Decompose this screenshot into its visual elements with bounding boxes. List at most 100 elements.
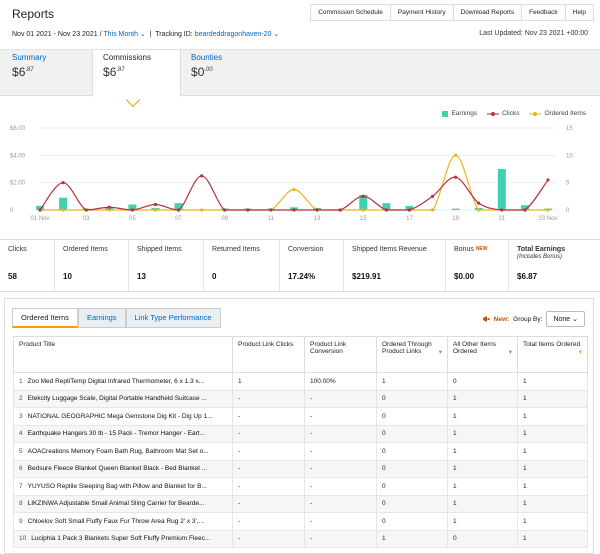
top-bar: Reports Commission Schedule Payment Hist… xyxy=(0,0,600,50)
tab-value: $6.87 xyxy=(12,65,34,79)
payment-history-link[interactable]: Payment History xyxy=(389,4,453,21)
cell-through: 1 xyxy=(376,372,448,391)
chevron-down-icon: ⌄ xyxy=(139,31,146,38)
row-number: 5 xyxy=(19,447,23,455)
product-title[interactable]: NATIONAL GEOGRAPHIC Mega Gemstone Dig Ki… xyxy=(28,413,213,420)
tab-link-type-performance[interactable]: Link Type Performance xyxy=(125,308,221,328)
product-title[interactable]: Earthquake Hangers 30 lb - 15 Pack - Tre… xyxy=(28,430,205,437)
row-number: 1 xyxy=(19,377,23,385)
table-row[interactable]: 9 Chloelov Soft Small Fluffy Faux Fur Thr… xyxy=(13,512,588,531)
cell-clicks: - xyxy=(232,477,305,496)
download-reports-link[interactable]: Download Reports xyxy=(452,4,522,21)
x-tick-label: 05 xyxy=(129,216,136,222)
row-number: 4 xyxy=(19,430,23,438)
date-row: Nov 01 2021 - Nov 23 2021 / This Month ⌄… xyxy=(12,31,280,38)
cell-other: 0 xyxy=(447,372,518,391)
table-row[interactable]: 2 Etekcity Luggage Scale, Digital Portabl… xyxy=(13,389,588,408)
cell-clicks: - xyxy=(232,529,305,548)
ordered-items-point xyxy=(546,208,550,212)
col-other-items[interactable]: All Other Items Ordered ▾ xyxy=(447,336,518,373)
clicks-point xyxy=(269,208,273,212)
cell-total: 1 xyxy=(517,407,588,426)
earnings-chart: $6.00 15 $4.00 10 $2.00 5 0 0 01 Nov 03 05 07 09 11 13… xyxy=(10,126,573,222)
y-right-tick-label: 10 xyxy=(566,153,573,159)
cell-other: 1 xyxy=(447,442,518,461)
tab-commissions[interactable]: Commissions $6.87 xyxy=(92,50,181,97)
cell-other: 1 xyxy=(447,424,518,443)
cell-through: 0 xyxy=(376,459,448,478)
new-badge: NEW xyxy=(475,246,488,252)
range-select[interactable]: This Month ⌄ xyxy=(103,31,145,38)
y-left-tick-label: 0 xyxy=(10,208,14,214)
tab-ordered-items[interactable]: Ordered Items xyxy=(12,308,78,328)
tab-summary[interactable]: Summary $6.87 xyxy=(2,50,92,96)
clicks-point xyxy=(361,194,365,198)
clicks-point xyxy=(38,208,42,212)
cell-through: 0 xyxy=(376,407,448,426)
sort-active-icon: ▾ xyxy=(578,349,582,356)
table-row[interactable]: 8 LIKZINWA Adjustable Small Animal Sling … xyxy=(13,494,588,513)
product-title[interactable]: Bedsure Fleece Blanket Queen Blanket Bla… xyxy=(28,465,208,472)
feedback-link[interactable]: Feedback xyxy=(521,4,565,21)
group-by-select[interactable]: None ⌄ xyxy=(546,311,585,327)
cell-through: 0 xyxy=(376,494,448,513)
cell-title: 6 Bedsure Fleece Blanket Queen Blanket Bl… xyxy=(13,459,233,478)
product-title[interactable]: Luciphia 1 Pack 3 Blankets Super Soft Fl… xyxy=(31,535,210,542)
table-row[interactable]: 3 NATIONAL GEOGRAPHIC Mega Gemstone Dig K… xyxy=(13,407,588,426)
cell-other: 0 xyxy=(447,529,518,548)
commission-schedule-link[interactable]: Commission Schedule xyxy=(310,4,390,21)
col-ordered-through[interactable]: Ordered Through Product Links ▾ xyxy=(376,336,448,373)
col-link-clicks[interactable]: Product Link Clicks xyxy=(232,336,305,373)
table-row[interactable]: 5 AOACreations Memory Foam Bath Rug, Bath… xyxy=(13,442,588,461)
cell-through: 0 xyxy=(376,477,448,496)
col-total-items[interactable]: Total Items Ordered ▾ xyxy=(517,336,588,373)
ordered-items-point xyxy=(361,208,365,212)
product-title[interactable]: AOACreations Memory Foam Bath Rug, Bathr… xyxy=(28,448,209,455)
product-title[interactable]: Etekcity Luggage Scale, Digital Portable… xyxy=(28,395,207,402)
cell-title: 7 YUYUSO Reptile Sleeping Bag with Pillow… xyxy=(13,477,233,496)
clicks-point xyxy=(61,181,65,185)
x-tick-label: 09 xyxy=(221,216,228,222)
cell-other: 1 xyxy=(447,389,518,408)
clicks-point xyxy=(407,208,412,212)
table-row[interactable]: 1 Zoo Med ReptiTemp Digital Infrared Ther… xyxy=(13,372,588,391)
row-number: 7 xyxy=(19,482,23,490)
table-row[interactable]: 6 Bedsure Fleece Blanket Queen Blanket Bl… xyxy=(13,459,588,478)
ordered-items-point xyxy=(153,208,158,212)
row-number: 10 xyxy=(19,535,27,543)
cell-total: 1 xyxy=(517,389,588,408)
new-label: New: xyxy=(493,315,510,323)
tab-earnings[interactable]: Earnings xyxy=(77,308,126,328)
cell-conv: - xyxy=(304,477,377,496)
y-right-tick-label: 5 xyxy=(566,181,570,187)
clicks-point xyxy=(107,205,111,209)
product-title[interactable]: Zoo Med ReptiTemp Digital Infrared Therm… xyxy=(28,378,205,385)
ordered-items-point xyxy=(61,208,65,212)
clicks-point xyxy=(500,208,504,212)
product-title[interactable]: LIKZINWA Adjustable Small Animal Sling C… xyxy=(28,500,205,507)
cell-title: 4 Earthquake Hangers 30 lb - 15 Pack - Tr… xyxy=(13,424,233,443)
product-title[interactable]: Chloelov Soft Small Fluffy Faux Fur Thro… xyxy=(28,518,204,525)
col-link-conversion[interactable]: Product Link Conversion xyxy=(304,336,377,373)
help-link[interactable]: Help xyxy=(564,4,594,21)
top-links: Commission Schedule Payment History Down… xyxy=(310,4,594,21)
col-product-title[interactable]: Product Title xyxy=(13,336,233,373)
chevron-down-icon: ⌄ xyxy=(572,316,578,323)
cell-through: 0 xyxy=(376,442,448,461)
x-tick-label: 21 xyxy=(498,216,505,222)
table-row[interactable]: 7 YUYUSO Reptile Sleeping Bag with Pillow… xyxy=(13,477,588,496)
earnings-bar xyxy=(497,169,506,210)
table-row[interactable]: 4 Earthquake Hangers 30 lb - 15 Pack - Tr… xyxy=(13,424,588,443)
cell-total: 1 xyxy=(517,512,588,531)
table-row[interactable]: 10 Luciphia 1 Pack 3 Blankets Super Soft … xyxy=(13,529,588,548)
cell-other: 1 xyxy=(447,512,518,531)
cell-conv: - xyxy=(304,494,377,513)
x-tick-label: 11 xyxy=(268,216,275,222)
tab-bounties[interactable]: Bounties $0.00 xyxy=(181,50,271,96)
stat-conversion: Conversion 17.24% xyxy=(280,240,344,291)
product-title[interactable]: YUYUSO Reptile Sleeping Bag with Pillow … xyxy=(28,483,207,490)
page-title: Reports xyxy=(12,7,55,21)
tracking-id-select[interactable]: beardeddragonhaven-20 ⌄ xyxy=(195,31,280,38)
y-right-tick-label: 15 xyxy=(566,126,573,132)
cell-title: 3 NATIONAL GEOGRAPHIC Mega Gemstone Dig K… xyxy=(13,407,233,426)
